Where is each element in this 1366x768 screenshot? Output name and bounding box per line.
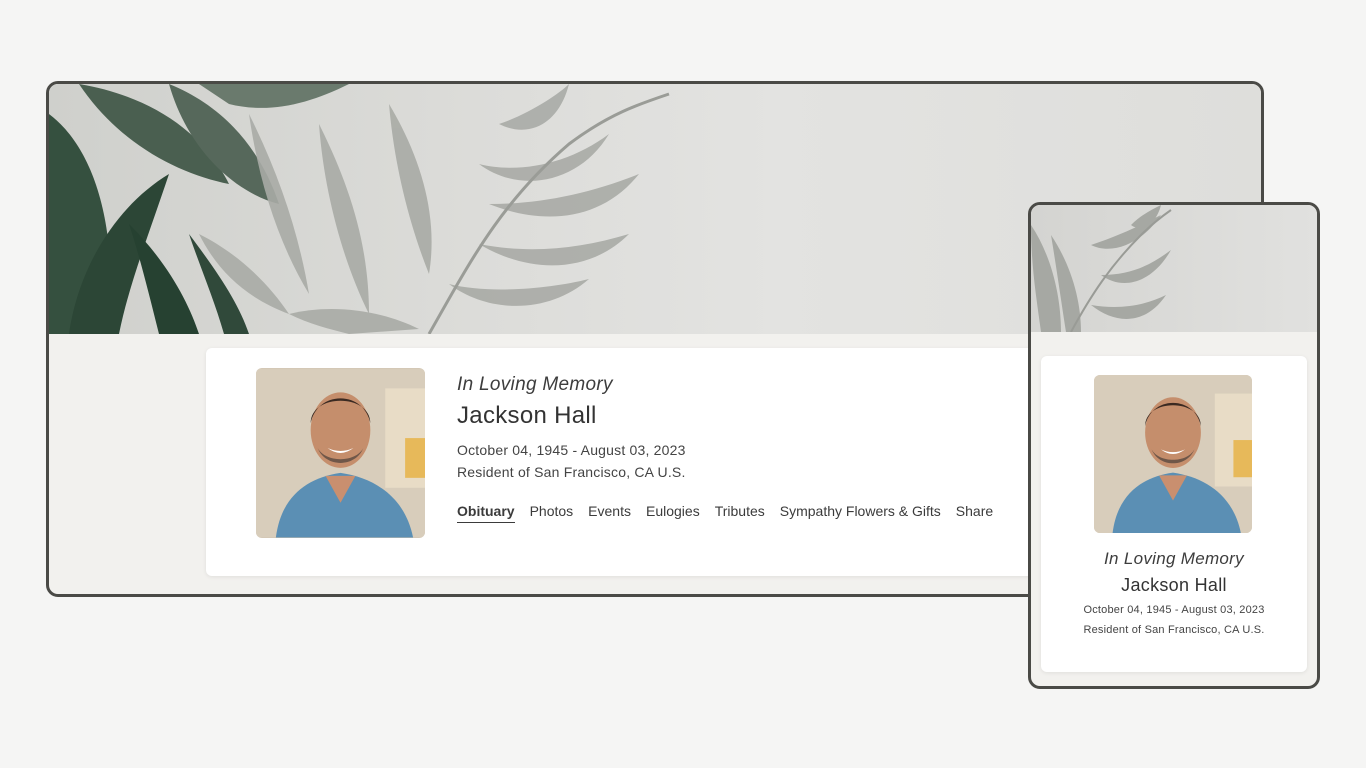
nav-eulogies[interactable]: Eulogies — [646, 503, 700, 523]
mobile-deceased-name: Jackson Hall — [1121, 575, 1227, 595]
memorial-nav: Obituary Photos Events Eulogies Tributes… — [457, 503, 993, 523]
mobile-cover-banner — [1031, 205, 1317, 332]
nav-events[interactable]: Events — [588, 503, 631, 523]
memorial-card: In Loving Memory Jackson Hall October 04… — [206, 348, 1046, 576]
memory-heading: In Loving Memory — [457, 374, 613, 395]
nav-share[interactable]: Share — [956, 503, 993, 523]
mobile-residence: Resident of San Francisco, CA U.S. — [1083, 624, 1265, 636]
portrait-photo — [256, 368, 425, 538]
mobile-life-dates: October 04, 1945 - August 03, 2023 — [1083, 604, 1265, 616]
deceased-name: Jackson Hall — [457, 402, 597, 429]
nav-sympathy-flowers-gifts[interactable]: Sympathy Flowers & Gifts — [780, 503, 941, 523]
nav-obituary[interactable]: Obituary — [457, 503, 515, 523]
mobile-preview: In Loving Memory Jackson Hall October 04… — [1028, 202, 1320, 689]
mobile-portrait-photo — [1094, 375, 1252, 533]
nav-photos[interactable]: Photos — [530, 503, 574, 523]
nav-tributes[interactable]: Tributes — [715, 503, 765, 523]
life-dates: October 04, 1945 - August 03, 2023 — [457, 442, 686, 458]
mobile-memory-heading: In Loving Memory — [1104, 549, 1244, 568]
mobile-memorial-card: In Loving Memory Jackson Hall October 04… — [1041, 356, 1307, 672]
residence: Resident of San Francisco, CA U.S. — [457, 464, 686, 480]
